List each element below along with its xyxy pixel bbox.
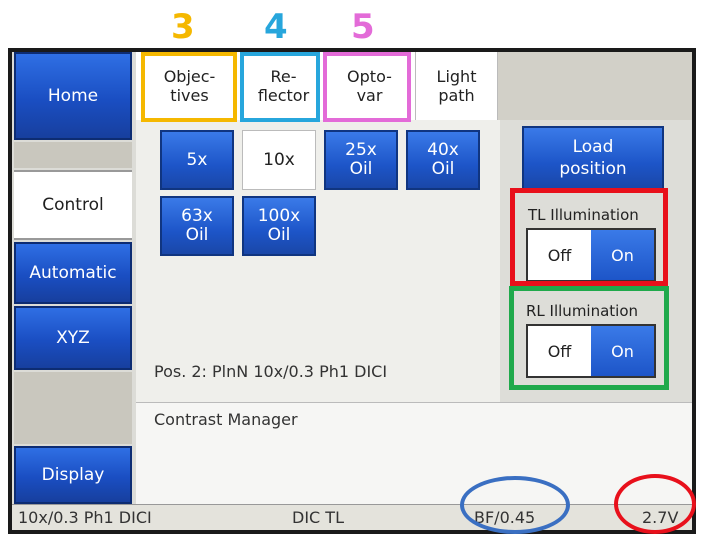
annotation-circle-voltage	[614, 474, 696, 534]
annotation-box-objectives	[141, 52, 237, 122]
objective-63x-oil-button[interactable]: 63x Oil	[160, 196, 234, 256]
annotation-5: 5	[351, 7, 375, 47]
nav-spacer	[14, 142, 132, 168]
objective-5x-button[interactable]: 5x	[160, 130, 234, 190]
status-contrast-method: DIC TL	[292, 508, 344, 527]
load-position-button[interactable]: Load position	[522, 126, 664, 190]
objective-100x-oil-button[interactable]: 100x Oil	[242, 196, 316, 256]
objective-25x-oil-button[interactable]: 25x Oil	[324, 130, 398, 190]
tab-light-path[interactable]: Light path	[416, 52, 498, 120]
nav-xyz-button[interactable]: XYZ	[14, 306, 132, 370]
annotation-circle-aperture	[460, 476, 570, 534]
status-objective: 10x/0.3 Ph1 DICI	[18, 508, 152, 527]
nav-automatic-button[interactable]: Automatic	[14, 242, 132, 304]
nav-spacer	[14, 372, 132, 444]
tab-strip-empty	[498, 52, 692, 120]
side-navigation: Home Control Automatic XYZ Display	[12, 52, 136, 504]
objective-position-text: Pos. 2: PlnN 10x/0.3 Ph1 DICI	[154, 362, 388, 381]
nav-home-button[interactable]: Home	[14, 52, 132, 140]
nav-control-button[interactable]: Control	[14, 170, 132, 240]
annotation-box-rl-illumination	[509, 286, 669, 390]
annotation-4: 4	[264, 7, 288, 47]
nav-display-button[interactable]: Display	[14, 446, 132, 504]
annotation-3: 3	[171, 7, 195, 47]
annotation-box-tl-illumination	[510, 188, 668, 286]
annotation-box-optovar	[323, 52, 411, 122]
objective-10x-button[interactable]: 10x	[242, 130, 316, 190]
annotation-box-reflector	[240, 52, 320, 122]
contrast-manager-label: Contrast Manager	[154, 410, 298, 429]
objective-40x-oil-button[interactable]: 40x Oil	[406, 130, 480, 190]
